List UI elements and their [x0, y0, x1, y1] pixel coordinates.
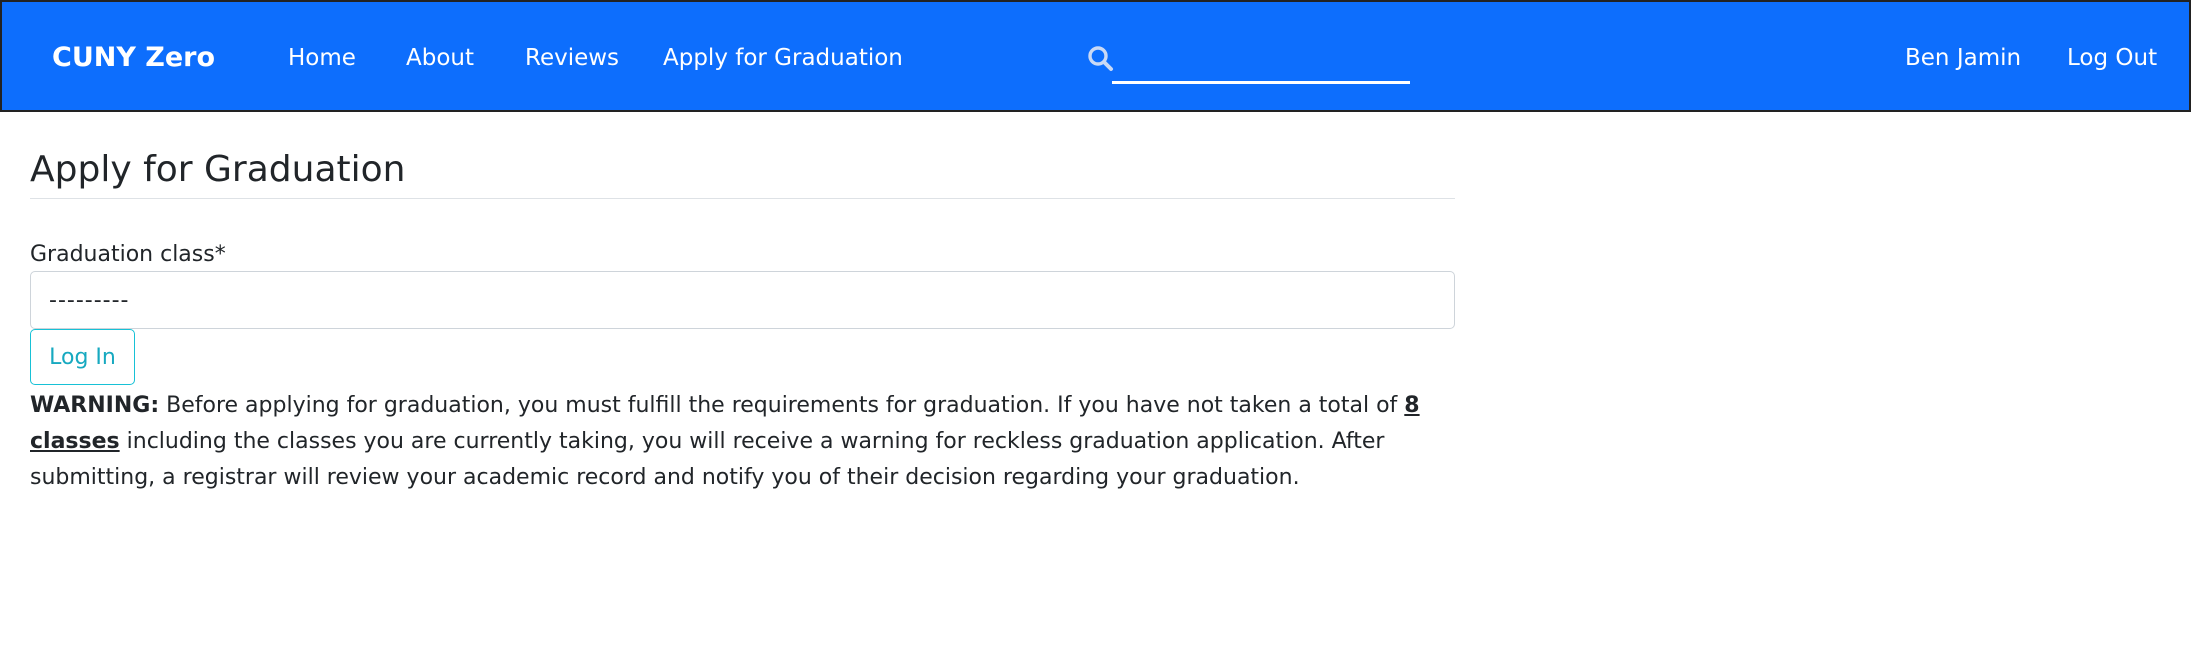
warning-text-after: including the classes you are currently … [30, 429, 1385, 490]
page-title: Apply for Graduation [30, 149, 406, 190]
brand-link[interactable]: CUNY Zero [52, 42, 215, 73]
title-divider [30, 198, 1455, 199]
search-input[interactable] [1112, 42, 1410, 84]
warning-text-before: Before applying for graduation, you must… [159, 393, 1405, 418]
logout-link[interactable]: Log Out [2067, 45, 2157, 71]
graduation-class-select[interactable]: --------- [30, 271, 1455, 329]
graduation-class-label: Graduation class* [30, 242, 226, 267]
nav-link-apply-for-graduation[interactable]: Apply for Graduation [663, 45, 903, 71]
nav-link-user-profile[interactable]: Ben Jamin [1905, 45, 2021, 71]
top-navbar: CUNY Zero Home About Reviews Apply for G… [0, 0, 2191, 112]
nav-link-reviews[interactable]: Reviews [525, 45, 619, 71]
submit-button[interactable]: Log In [30, 329, 135, 385]
graduation-warning: WARNING: Before applying for graduation,… [30, 388, 1460, 496]
graduation-class-selected-value: --------- [49, 288, 130, 313]
nav-link-home[interactable]: Home [288, 45, 356, 71]
warning-prefix: WARNING: [30, 393, 160, 418]
nav-link-about[interactable]: About [406, 45, 474, 71]
